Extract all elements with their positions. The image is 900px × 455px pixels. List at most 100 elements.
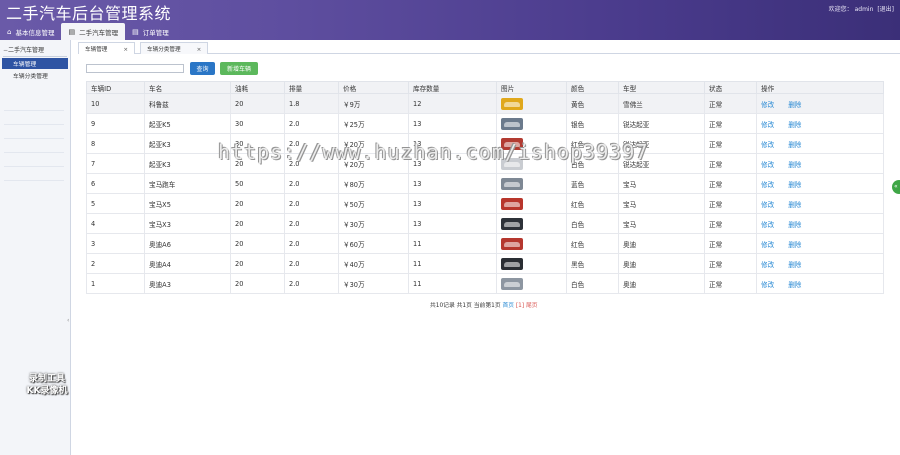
car-thumbnail [501, 177, 523, 190]
tab-car-management[interactable]: 车辆管理 × [78, 42, 136, 54]
edit-link[interactable]: 修改 [761, 241, 774, 249]
pager-last-link[interactable]: 尾页 [526, 303, 538, 309]
edit-link[interactable]: 修改 [761, 101, 774, 109]
delete-link[interactable]: 删除 [788, 241, 801, 249]
cell-id: 2 [86, 253, 145, 274]
cell-status: 正常 [704, 273, 757, 294]
double-chevron-left-icon[interactable]: « [892, 180, 900, 194]
cell-color: 白色 [566, 213, 619, 234]
edit-link[interactable]: 修改 [761, 161, 774, 169]
tab-car-category[interactable]: 车辆分类管理 × [140, 42, 209, 54]
car-table: 车辆ID 车名 油耗 排量 价格 库存数量 图片 颜色 车型 状态 操作 10 科… [86, 81, 884, 294]
delete-link[interactable]: 删除 [788, 201, 801, 209]
cell-stock: 13 [408, 193, 497, 214]
cell-name: 宝马X5 [144, 193, 231, 214]
cell-price: ￥30万 [338, 273, 409, 294]
cell-color: 红色 [566, 233, 619, 254]
delete-link[interactable]: 删除 [788, 161, 801, 169]
tab-label: 车辆管理 [85, 47, 108, 53]
edit-link[interactable]: 修改 [761, 181, 774, 189]
edit-link[interactable]: 修改 [761, 121, 774, 129]
search-input[interactable] [86, 64, 184, 73]
pager-current-page: [1] [515, 303, 525, 309]
cell-image [496, 113, 567, 134]
cell-image [496, 193, 567, 214]
car-thumbnail [501, 197, 523, 210]
logout-link[interactable]: [退出] [877, 6, 894, 13]
cell-status: 正常 [704, 193, 757, 214]
close-icon[interactable]: × [123, 47, 128, 53]
cell-actions: 修改 删除 [756, 213, 884, 234]
cell-status: 正常 [704, 153, 757, 174]
table-row: 5 宝马X5 20 2.0 ￥50万 13 红色 宝马 正常 修改 删除 [86, 193, 884, 214]
cell-actions: 修改 删除 [756, 173, 884, 194]
cell-stock: 11 [408, 273, 497, 294]
sidebar-group[interactable]: −二手汽车管理 [3, 45, 67, 57]
topnav-basic-info[interactable]: ⌂ 基本信息管理 [0, 23, 61, 40]
cell-model: 雪佛兰 [618, 93, 705, 114]
sidebar-item-car-category[interactable]: 车辆分类管理 [3, 70, 67, 81]
table-row: 10 科鲁兹 20 1.8 ￥9万 12 黄色 雪佛兰 正常 修改 删除 [86, 93, 884, 114]
cell-name: 宝马X3 [144, 213, 231, 234]
delete-link[interactable]: 删除 [788, 221, 801, 229]
cell-actions: 修改 删除 [756, 113, 884, 134]
cell-fuel: 20 [230, 93, 285, 114]
cell-color: 白色 [566, 273, 619, 294]
edit-link[interactable]: 修改 [761, 281, 774, 289]
cell-color: 蓝色 [566, 173, 619, 194]
table-row: 1 奥迪A3 20 2.0 ￥30万 11 白色 奥迪 正常 修改 删除 [86, 273, 884, 294]
cell-price: ￥40万 [338, 253, 409, 274]
cell-stock: 12 [408, 93, 497, 114]
user-area: 欢迎您： admin [退出] [827, 4, 894, 13]
edit-link[interactable]: 修改 [761, 261, 774, 269]
edit-link[interactable]: 修改 [761, 221, 774, 229]
cell-model: 宝马 [618, 173, 705, 194]
cell-image [496, 233, 567, 254]
add-car-button[interactable]: 新增车辆 [220, 62, 258, 75]
pager-summary: 共10记录 共1页 当前第1页 [430, 303, 501, 309]
pagination: 共10记录 共1页 当前第1页 首页 [1] 尾页 [430, 300, 538, 309]
col-header: 颜色 [566, 81, 619, 94]
cell-image [496, 93, 567, 114]
cell-stock: 13 [408, 113, 497, 134]
cell-id: 10 [86, 93, 145, 114]
delete-link[interactable]: 删除 [788, 121, 801, 129]
cell-stock: 11 [408, 253, 497, 274]
topnav-order-management[interactable]: ▤ 订单管理 [125, 23, 176, 40]
cell-displacement: 2.0 [284, 233, 339, 254]
delete-link[interactable]: 删除 [788, 181, 801, 189]
col-header: 排量 [284, 81, 339, 94]
welcome-text: 欢迎您： [828, 6, 853, 13]
topnav-label: 二手汽车管理 [79, 28, 119, 37]
edit-link[interactable]: 修改 [761, 201, 774, 209]
topnav-car-management[interactable]: ▤ 二手汽车管理 [61, 23, 126, 40]
cell-displacement: 2.0 [284, 173, 339, 194]
cell-image [496, 213, 567, 234]
delete-link[interactable]: 删除 [788, 101, 801, 109]
table-row: 4 宝马X3 20 2.0 ￥30万 13 白色 宝马 正常 修改 删除 [86, 213, 884, 234]
sidebar-collapse-icon[interactable]: ‹ [67, 317, 72, 331]
topnav-label: 基本信息管理 [15, 28, 55, 37]
sidebar-group-label: 二手汽车管理 [8, 47, 45, 54]
cell-name: 科鲁兹 [144, 93, 231, 114]
username: admin [854, 6, 874, 13]
table-row: 9 起亚K5 30 2.0 ￥25万 13 银色 锐达起亚 正常 修改 删除 [86, 113, 884, 134]
close-icon[interactable]: × [197, 47, 202, 53]
edit-link[interactable]: 修改 [761, 141, 774, 149]
cell-status: 正常 [704, 233, 757, 254]
query-button[interactable]: 查询 [190, 62, 215, 75]
topnav-label: 订单管理 [142, 28, 169, 37]
col-header: 库存数量 [408, 81, 497, 94]
cell-stock: 11 [408, 233, 497, 254]
col-header: 车型 [618, 81, 705, 94]
delete-link[interactable]: 删除 [788, 281, 801, 289]
cell-actions: 修改 删除 [756, 233, 884, 254]
pager-first-link[interactable]: 首页 [502, 303, 514, 309]
home-icon: ⌂ [7, 27, 12, 36]
cell-id: 1 [86, 273, 145, 294]
delete-link[interactable]: 删除 [788, 141, 801, 149]
cell-fuel: 20 [230, 213, 285, 234]
top-nav: ⌂ 基本信息管理 ▤ 二手汽车管理 ▤ 订单管理 [0, 23, 176, 40]
sidebar-item-car-management[interactable]: 车辆管理 [2, 58, 68, 69]
delete-link[interactable]: 删除 [788, 261, 801, 269]
